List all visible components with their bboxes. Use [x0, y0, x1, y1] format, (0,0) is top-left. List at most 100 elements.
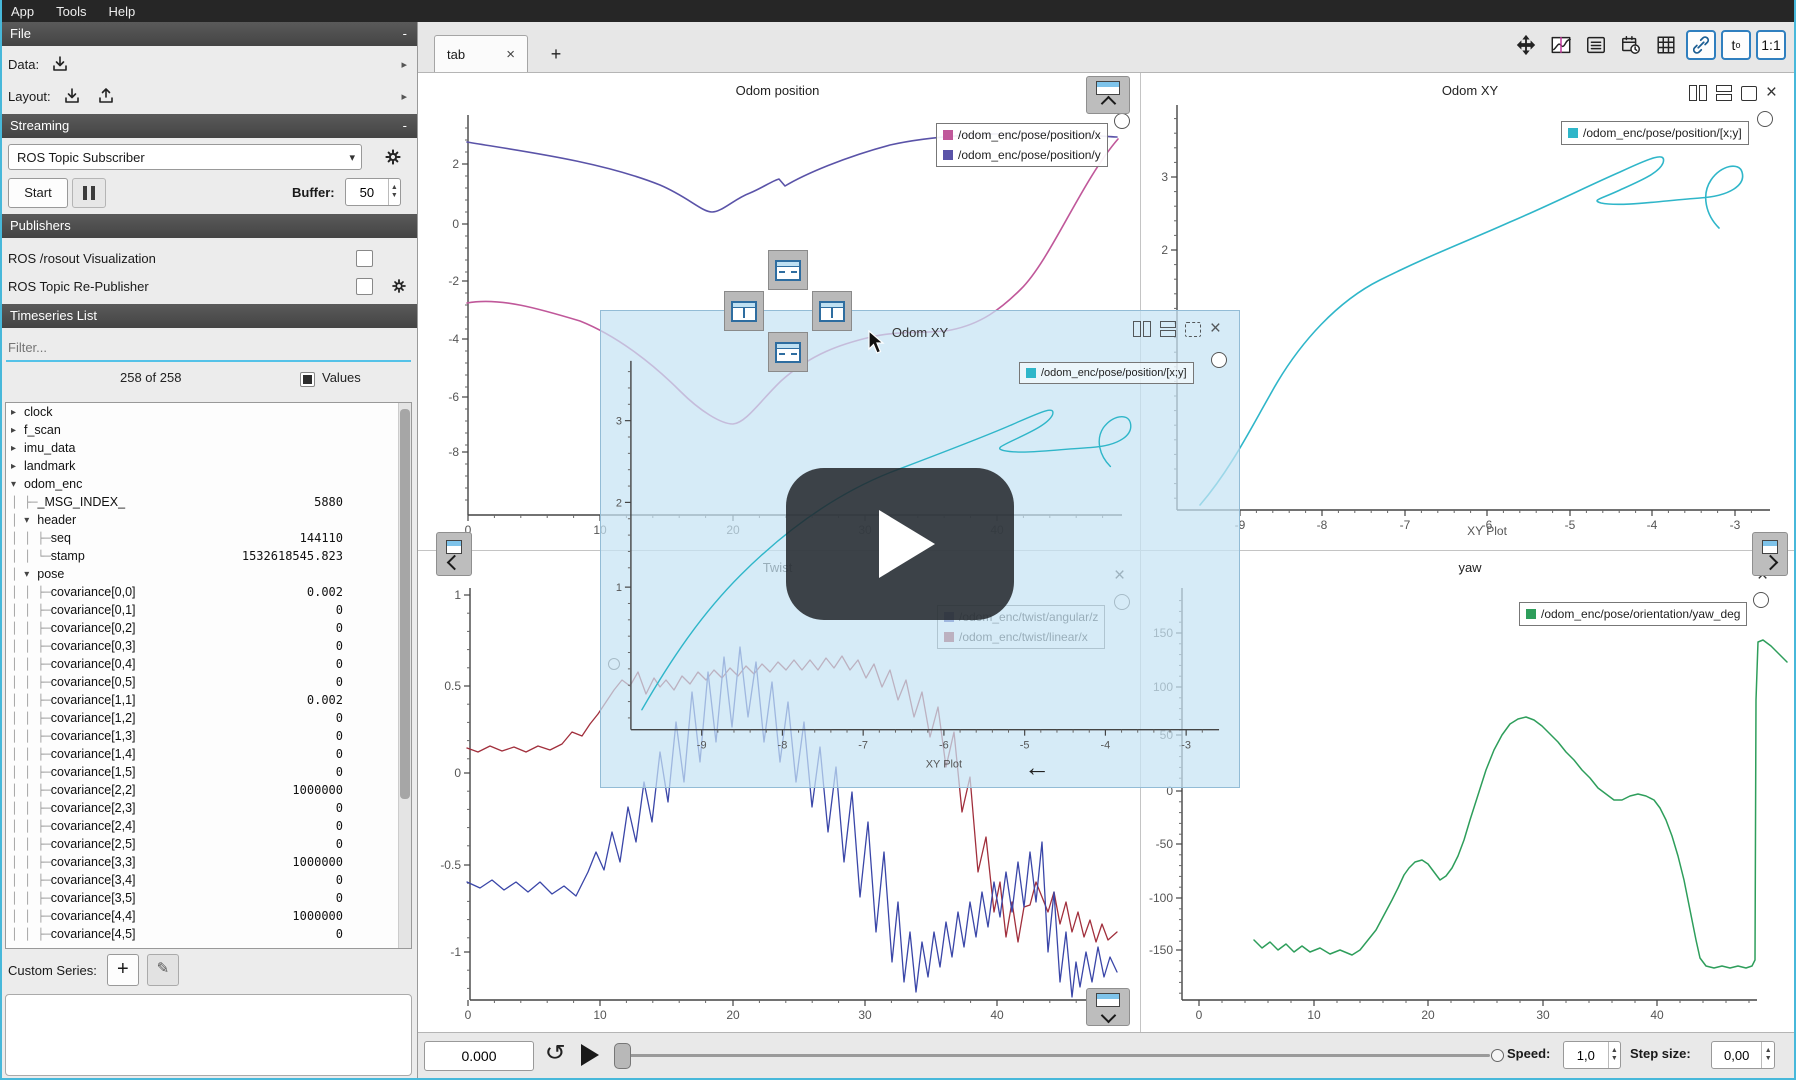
collapse-handle-bottom[interactable] — [1086, 988, 1130, 1026]
chevron-right-icon[interactable]: ▸ — [401, 90, 407, 103]
legend-entry[interactable]: /odom_enc/pose/position/y — [943, 145, 1101, 165]
tab-close-icon[interactable]: × — [506, 46, 515, 63]
buffer-spinner[interactable]: ▲▼ — [345, 178, 401, 206]
timeseries-row[interactable]: │ │ ├─covariance[0,5]0 — [6, 673, 411, 691]
timeseries-row[interactable]: │ │ ├─covariance[1,4]0 — [6, 745, 411, 763]
collapse-handle-right[interactable] — [1752, 532, 1788, 576]
timeline-slider[interactable] — [614, 1041, 1490, 1069]
video-play-button[interactable] — [786, 468, 1014, 620]
legend-anchor-circle[interactable] — [1757, 111, 1773, 127]
legend-entry[interactable]: /odom_enc/pose/position/[x;y] — [1568, 123, 1742, 143]
fullscreen-icon[interactable] — [1185, 322, 1201, 337]
collapse-handle-left[interactable] — [436, 532, 472, 576]
slider-handle[interactable] — [614, 1043, 631, 1069]
split-vertical-icon[interactable] — [1716, 85, 1732, 101]
speed-spinner[interactable]: ▲▼ — [1563, 1041, 1621, 1069]
timeseries-row[interactable]: │ │ ├─covariance[0,2]0 — [6, 619, 411, 637]
spinner-arrows-icon[interactable]: ▲▼ — [1608, 1042, 1620, 1068]
legend-anchor-circle[interactable] — [1211, 352, 1227, 368]
split-vertical-icon[interactable] — [1160, 321, 1176, 337]
timeseries-row[interactable]: │ │ ├─covariance[0,4]0 — [6, 655, 411, 673]
close-icon[interactable]: × — [1766, 86, 1777, 100]
streaming-source-select[interactable]: ROS Topic Subscriber ▾ — [8, 144, 362, 170]
legend-anchor-circle[interactable] — [1753, 592, 1769, 608]
timeseries-row[interactable]: │ │ ├─covariance[2,3]0 — [6, 799, 411, 817]
tree-scrollbar[interactable] — [398, 403, 411, 948]
datetime-icon[interactable] — [1616, 30, 1646, 60]
timeseries-row[interactable]: │ ▾pose — [6, 565, 411, 583]
fullscreen-icon[interactable] — [1741, 86, 1757, 101]
timeseries-row[interactable]: │ │ ├─covariance[2,5]0 — [6, 835, 411, 853]
split-horizontal-icon[interactable] — [1689, 85, 1707, 101]
menu-tools[interactable]: Tools — [45, 2, 97, 21]
load-data-icon[interactable] — [47, 53, 73, 75]
speed-value-field[interactable] — [1564, 1042, 1608, 1068]
ratio-one-to-one-button[interactable]: 1:1 — [1756, 30, 1786, 60]
timeseries-row[interactable]: │ │ ├─seq144110 — [6, 529, 411, 547]
pause-button[interactable] — [72, 178, 106, 208]
plot-legend[interactable]: /odom_enc/pose/position/[x;y] — [1561, 121, 1749, 145]
tree-scrollbar-thumb[interactable] — [400, 409, 410, 799]
spinner-arrows-icon[interactable]: ▲▼ — [1761, 1042, 1774, 1068]
timeseries-row[interactable]: │ │ └─stamp1532618545.823 — [6, 547, 411, 565]
load-layout-icon[interactable] — [59, 85, 85, 107]
collapse-icon[interactable]: - — [403, 114, 407, 138]
dock-target-bottom-icon[interactable] — [768, 332, 808, 372]
collapse-icon[interactable]: - — [403, 22, 407, 46]
timeseries-row[interactable]: ▾odom_enc — [6, 475, 411, 493]
timeseries-row[interactable]: │ │ ├─covariance[3,3]1000000 — [6, 853, 411, 871]
plot-legend[interactable]: /odom_enc/pose/orientation/yaw_deg — [1519, 602, 1747, 626]
close-icon[interactable]: × — [1210, 322, 1221, 336]
rosout-checkbox[interactable] — [356, 250, 373, 267]
step-size-spinner[interactable]: ▲▼ — [1711, 1041, 1775, 1069]
republisher-checkbox[interactable] — [356, 278, 373, 295]
time-field[interactable] — [424, 1041, 534, 1071]
legend-entry[interactable]: /odom_enc/pose/position/[x;y] — [1026, 364, 1187, 382]
timeseries-row[interactable]: │ │ ├─covariance[2,2]1000000 — [6, 781, 411, 799]
dock-target-top-icon[interactable] — [768, 250, 808, 290]
timeseries-row[interactable]: │ ├─_MSG_INDEX_5880 — [6, 493, 411, 511]
section-header-publishers[interactable]: Publishers — [0, 214, 417, 238]
timeseries-tree[interactable]: ▸clock▸f_scan▸imu_data▸landmark▾odom_enc… — [5, 402, 412, 949]
save-layout-icon[interactable] — [93, 85, 119, 107]
timeseries-row[interactable]: │ │ ├─covariance[1,1]0.002 — [6, 691, 411, 709]
dock-target-left-icon[interactable] — [724, 291, 764, 331]
timeseries-row[interactable]: │ │ ├─covariance[0,1]0 — [6, 601, 411, 619]
section-header-timeseries[interactable]: Timeseries List — [0, 304, 417, 328]
list-view-icon[interactable] — [1581, 30, 1611, 60]
plot-legend[interactable]: /odom_enc/pose/position/x/odom_enc/pose/… — [936, 123, 1108, 167]
timeseries-row[interactable]: ▸f_scan — [6, 421, 411, 439]
timeseries-row[interactable]: │ │ ├─covariance[0,3]0 — [6, 637, 411, 655]
add-tab-button[interactable]: + — [540, 42, 572, 68]
legend-entry[interactable]: /odom_enc/pose/position/x — [943, 125, 1101, 145]
timeseries-row[interactable]: │ │ ├─covariance[1,3]0 — [6, 727, 411, 745]
values-checkbox[interactable] — [300, 372, 315, 387]
custom-series-list[interactable] — [5, 994, 412, 1076]
menu-help[interactable]: Help — [98, 2, 147, 21]
overlay-legend[interactable]: /odom_enc/pose/position/[x;y] — [1019, 362, 1194, 384]
filter-input[interactable] — [6, 334, 411, 362]
tab-active[interactable]: tab × — [434, 35, 528, 72]
timeseries-row[interactable]: ▸clock — [6, 403, 411, 421]
split-horizontal-icon[interactable] — [1133, 321, 1151, 337]
slider-groove[interactable] — [614, 1054, 1490, 1057]
tracker-icon[interactable] — [1546, 30, 1576, 60]
timeseries-row[interactable]: │ │ ├─covariance[2,4]0 — [6, 817, 411, 835]
timeseries-row[interactable]: │ ▾header — [6, 511, 411, 529]
plot-chart[interactable]: 32-9-8-7-6-5-4-3XY Plot — [1145, 75, 1795, 545]
spinner-arrows-icon[interactable]: ▲▼ — [388, 179, 400, 205]
timeseries-row[interactable]: ▸imu_data — [6, 439, 411, 457]
link-axes-icon[interactable] — [1686, 30, 1716, 60]
timeseries-row[interactable]: │ │ ├─covariance[3,5]0 — [6, 889, 411, 907]
step-size-value-field[interactable] — [1712, 1042, 1761, 1068]
play-button[interactable] — [581, 1044, 599, 1066]
timeseries-row[interactable]: │ │ ├─covariance[4,5]0 — [6, 925, 411, 943]
plot-odom-xy[interactable]: Odom XY × 32-9-8-7-6-5-4-3XY Plot /odom_… — [1145, 75, 1795, 545]
time-offset-button[interactable]: to — [1721, 30, 1751, 60]
timeseries-row[interactable]: ▸landmark — [6, 457, 411, 475]
menu-app[interactable]: App — [0, 2, 45, 21]
grid-layout-icon[interactable] — [1651, 30, 1681, 60]
edit-custom-series-button[interactable]: ✎ — [147, 954, 179, 986]
section-header-file[interactable]: File - — [0, 22, 417, 46]
dock-target-right-icon[interactable] — [812, 291, 852, 331]
